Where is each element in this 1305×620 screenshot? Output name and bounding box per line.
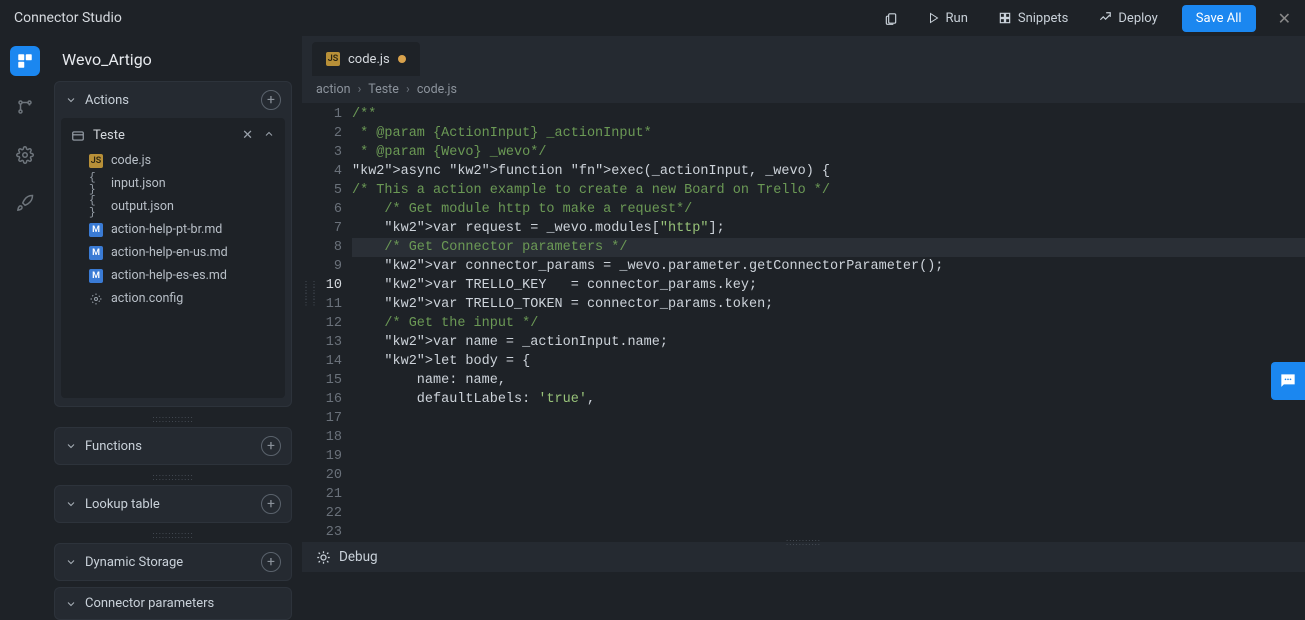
tab-label: code.js (348, 52, 390, 67)
chat-widget-button[interactable] (1271, 362, 1305, 400)
json-icon: { } (89, 177, 103, 191)
debug-label: Debug (339, 549, 378, 565)
topbar: Connector Studio Run Snippets Deploy Sav… (0, 0, 1305, 36)
breadcrumb: action › Teste › code.js (302, 76, 1305, 103)
left-rail (0, 36, 50, 572)
section-functions: Functions + (54, 427, 292, 465)
section-actions: Actions + Teste ✕ JS code.js { } input.json… (54, 81, 292, 407)
resize-handle-icon[interactable]: ::::::::::: (786, 538, 821, 548)
js-icon: JS (89, 154, 103, 168)
section-header-dynamic[interactable]: Dynamic Storage + (55, 544, 291, 580)
chevron-down-icon (65, 94, 77, 106)
chevron-down-icon (65, 498, 77, 510)
folder-name: Teste (93, 128, 125, 143)
file-item[interactable]: Maction-help-es-es.md (61, 264, 285, 287)
section-label: Connector parameters (85, 596, 214, 611)
add-function-button[interactable]: + (261, 436, 281, 456)
chevron-down-icon (65, 598, 77, 610)
file-item[interactable]: { } output.json (61, 195, 285, 218)
rocket-icon[interactable] (12, 190, 38, 220)
gear-icon (89, 292, 103, 306)
section-header-actions[interactable]: Actions + (55, 82, 291, 118)
section-header-connector-params[interactable]: Connector parameters (55, 588, 291, 619)
branch-icon[interactable] (12, 94, 38, 124)
separator-dots: ::::::::::::: (50, 529, 296, 543)
section-label: Dynamic Storage (85, 555, 183, 570)
run-button[interactable]: Run (922, 7, 974, 30)
add-action-button[interactable]: + (261, 90, 281, 110)
clipboard-icon[interactable] (878, 7, 904, 30)
breadcrumb-item[interactable]: action (316, 82, 351, 97)
bug-icon (316, 550, 331, 565)
snippets-label: Snippets (1018, 11, 1069, 26)
gear-icon[interactable] (12, 142, 38, 172)
json-icon: { } (89, 200, 103, 214)
md-icon: M (89, 269, 103, 283)
js-icon: JS (326, 52, 340, 66)
deploy-button[interactable]: Deploy (1092, 7, 1163, 30)
section-label: Lookup table (85, 497, 160, 512)
section-lookup: Lookup table + (54, 485, 292, 523)
close-icon[interactable]: ✕ (1278, 9, 1291, 28)
run-label: Run (946, 11, 968, 26)
file-name: input.json (111, 176, 166, 191)
breadcrumb-item[interactable]: code.js (417, 82, 457, 97)
file-name: output.json (111, 199, 174, 214)
file-item[interactable]: Maction-help-pt-br.md (61, 218, 285, 241)
logo-icon[interactable] (10, 46, 40, 76)
file-item[interactable]: JS code.js (61, 149, 285, 172)
file-item[interactable]: Maction-help-en-us.md (61, 241, 285, 264)
top-actions: Run Snippets Deploy Save All ✕ (878, 5, 1291, 32)
section-header-functions[interactable]: Functions + (55, 428, 291, 464)
chevron-down-icon (65, 556, 77, 568)
add-dynamic-button[interactable]: + (261, 552, 281, 572)
section-label: Actions (85, 93, 129, 108)
section-connector-params: Connector parameters (54, 587, 292, 620)
app-title: Connector Studio (14, 10, 122, 26)
tab-code-js[interactable]: JS code.js (312, 42, 420, 76)
separator-dots: ::::::::::::: (50, 413, 296, 427)
separator-dots: ::::::::::::: (50, 471, 296, 485)
section-header-lookup[interactable]: Lookup table + (55, 486, 291, 522)
folder-close-icon[interactable]: ✕ (242, 128, 253, 143)
editor-area: JS code.js action › Teste › code.js ⋮⋮⋮⋮… (302, 36, 1305, 572)
tabs-row: JS code.js (302, 36, 1305, 76)
file-name: action-help-en-us.md (111, 245, 228, 260)
section-dynamic: Dynamic Storage + (54, 543, 292, 581)
snippets-button[interactable]: Snippets (992, 7, 1075, 30)
md-icon: M (89, 246, 103, 260)
code-editor[interactable]: ⋮⋮⋮⋮⋮⋮⋮⋮ 1234567891011121314151617181920… (302, 103, 1305, 542)
file-name: code.js (111, 153, 151, 168)
section-label: Functions (85, 439, 142, 454)
file-name: action.config (111, 291, 183, 306)
chevron-up-icon[interactable] (263, 128, 275, 140)
sidebar: Wevo_Artigo Actions + Teste ✕ (50, 36, 302, 572)
md-icon: M (89, 223, 103, 237)
gutter-handle-icon[interactable]: ⋮⋮⋮⋮⋮⋮⋮⋮ (302, 283, 312, 307)
file-item[interactable]: { } input.json (61, 172, 285, 195)
file-name: action-help-es-es.md (111, 268, 227, 283)
add-lookup-button[interactable]: + (261, 494, 281, 514)
save-all-button[interactable]: Save All (1182, 5, 1256, 32)
unsaved-dot-icon (398, 55, 406, 63)
file-name: action-help-pt-br.md (111, 222, 222, 237)
chevron-down-icon (65, 440, 77, 452)
tree-folder[interactable]: Teste ✕ (61, 122, 285, 149)
folder-icon (71, 129, 85, 143)
breadcrumb-item[interactable]: Teste (368, 82, 399, 97)
deploy-label: Deploy (1118, 11, 1157, 26)
file-item[interactable]: action.config (61, 287, 285, 310)
debug-panel-header[interactable]: ::::::::::: Debug (302, 542, 1305, 572)
project-name: Wevo_Artigo (50, 42, 296, 81)
